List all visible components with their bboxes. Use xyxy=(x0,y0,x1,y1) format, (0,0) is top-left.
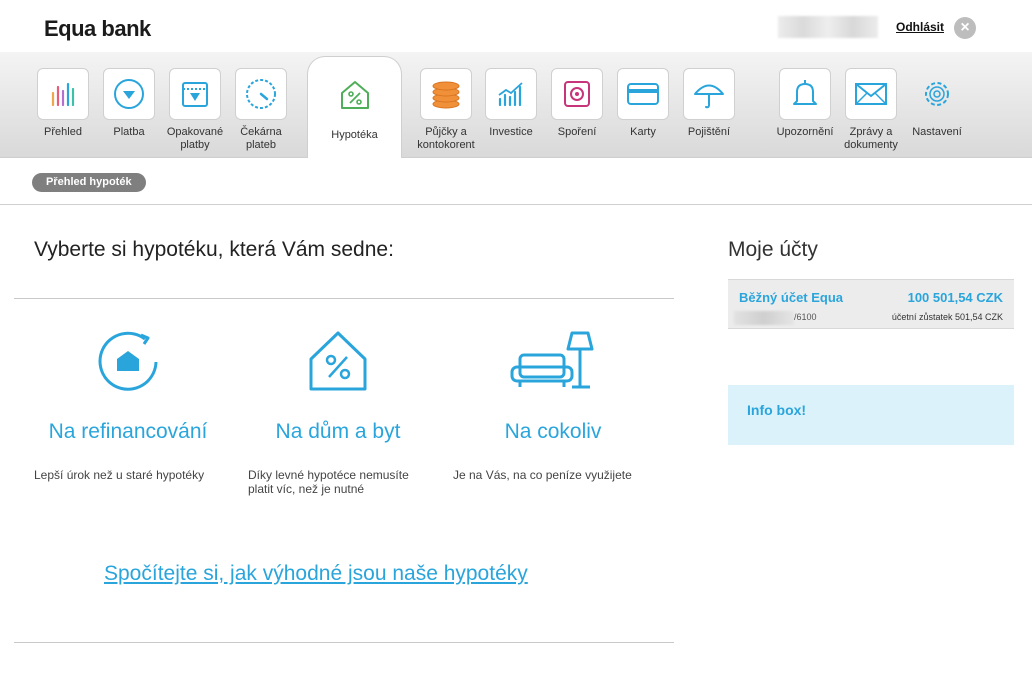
nav-label: Opakované platby xyxy=(166,126,224,151)
breadcrumb-item-prehled-hypotek[interactable]: Přehled hypoték xyxy=(32,173,146,192)
gear-icon xyxy=(911,68,963,120)
house-percent-icon xyxy=(328,69,381,121)
bar-chart-icon xyxy=(37,68,89,120)
nav-item-nastaveni[interactable]: Nastavení xyxy=(905,68,969,139)
refinance-house-icon xyxy=(28,326,228,398)
nav-label: Nastavení xyxy=(912,126,962,138)
envelope-icon xyxy=(845,68,897,120)
mortgage-option-house[interactable]: Na dům a byt Díky levné hypotéce nemusít… xyxy=(238,326,438,496)
close-icon[interactable]: × xyxy=(954,17,976,39)
card-icon xyxy=(617,68,669,120)
breadcrumb: Přehled hypoték xyxy=(0,158,1032,205)
nav-label: Zprávy a dokumenty xyxy=(844,126,898,151)
mortgage-option-anything[interactable]: Na cokoliv Je na Vás, na co peníze využi… xyxy=(453,326,653,482)
nav-item-sporeni[interactable]: Spoření xyxy=(545,68,609,139)
account-number-redacted xyxy=(734,311,794,325)
nav-item-hypoteka[interactable]: Hypotéka xyxy=(307,56,402,160)
account-balance: účetní zůstatek 501,54 CZK xyxy=(891,312,1003,322)
nav-item-karty[interactable]: Karty xyxy=(611,68,675,139)
mortgage-calculator-link[interactable]: Spočítejte si, jak výhodné jsou naše hyp… xyxy=(104,562,528,586)
nav-label: Upozornění xyxy=(776,126,834,138)
option-description: Díky levné hypotéce nemusíte platit víc,… xyxy=(248,468,409,496)
equa-bank-logo[interactable]: Equa bank xyxy=(44,16,151,42)
nav-item-opakovane-platby[interactable]: Opakované platby xyxy=(163,68,227,152)
nav-item-prehled[interactable]: Přehled xyxy=(31,68,95,139)
account-name: Běžný účet Equa xyxy=(739,290,844,305)
nav-label: Karty xyxy=(630,126,656,138)
nav-label: Půjčky a kontokorent xyxy=(417,126,475,151)
calendar-icon xyxy=(169,68,221,120)
option-description: Je na Vás, na co peníze využijete xyxy=(453,468,632,482)
divider xyxy=(14,298,674,299)
nav-label: Spoření xyxy=(557,126,597,138)
nav-item-pujcky[interactable]: Půjčky a kontokorent xyxy=(414,68,478,152)
bell-icon xyxy=(779,68,831,120)
nav-item-zpravy[interactable]: Zprávy a dokumenty xyxy=(839,68,903,152)
accounts-title: Moje účty xyxy=(728,238,818,261)
coins-icon xyxy=(420,68,472,120)
safe-icon xyxy=(551,68,603,120)
mortgage-option-refinancing[interactable]: Na refinancování Lepší úrok než u staré … xyxy=(28,326,228,482)
sofa-lamp-icon xyxy=(453,326,653,398)
option-title: Na cokoliv xyxy=(504,420,602,443)
logout-link[interactable]: Odhlásit xyxy=(896,20,944,34)
nav-label: Investice xyxy=(489,126,533,138)
nav-label: Pojištění xyxy=(687,126,731,138)
page-title: Vyberte si hypotéku, která Vám sedne: xyxy=(34,238,394,261)
nav-item-pojisteni[interactable]: Pojištění xyxy=(677,68,741,139)
user-name-redacted xyxy=(778,16,878,38)
clock-icon xyxy=(235,68,287,120)
option-title: Na dům a byt xyxy=(275,420,401,443)
nav-label: Přehled xyxy=(44,126,82,138)
nav-label: Hypotéka xyxy=(331,129,378,141)
nav-label: Platba xyxy=(113,126,145,138)
divider xyxy=(14,642,674,643)
nav-item-upozorneni[interactable]: Upozornění xyxy=(773,68,837,139)
option-description: Lepší úrok než u staré hypotéky xyxy=(34,468,205,482)
nav-item-investice[interactable]: Investice xyxy=(479,68,543,139)
account-amount: 100 501,54 CZK xyxy=(907,290,1003,305)
investment-chart-icon xyxy=(485,68,537,120)
option-title: Na refinancování xyxy=(48,420,208,443)
account-number-suffix: /6100 xyxy=(794,312,817,322)
main-navigation: Přehled Platba Opakované platby Čekárna … xyxy=(0,52,1032,160)
nav-item-cekarna-plateb[interactable]: Čekárna plateb xyxy=(229,68,293,152)
info-box-title: Info box! xyxy=(747,402,807,418)
house-percent-icon xyxy=(238,326,438,398)
info-box: Info box! xyxy=(728,385,1014,445)
nav-item-platba[interactable]: Platba xyxy=(97,68,161,139)
account-row[interactable]: Běžný účet Equa 100 501,54 CZK /6100 úče… xyxy=(728,279,1014,329)
top-bar: Equa bank Odhlásit × xyxy=(0,0,1032,56)
payment-icon xyxy=(103,68,155,120)
umbrella-icon xyxy=(683,68,735,120)
nav-label: Čekárna plateb xyxy=(240,126,282,151)
